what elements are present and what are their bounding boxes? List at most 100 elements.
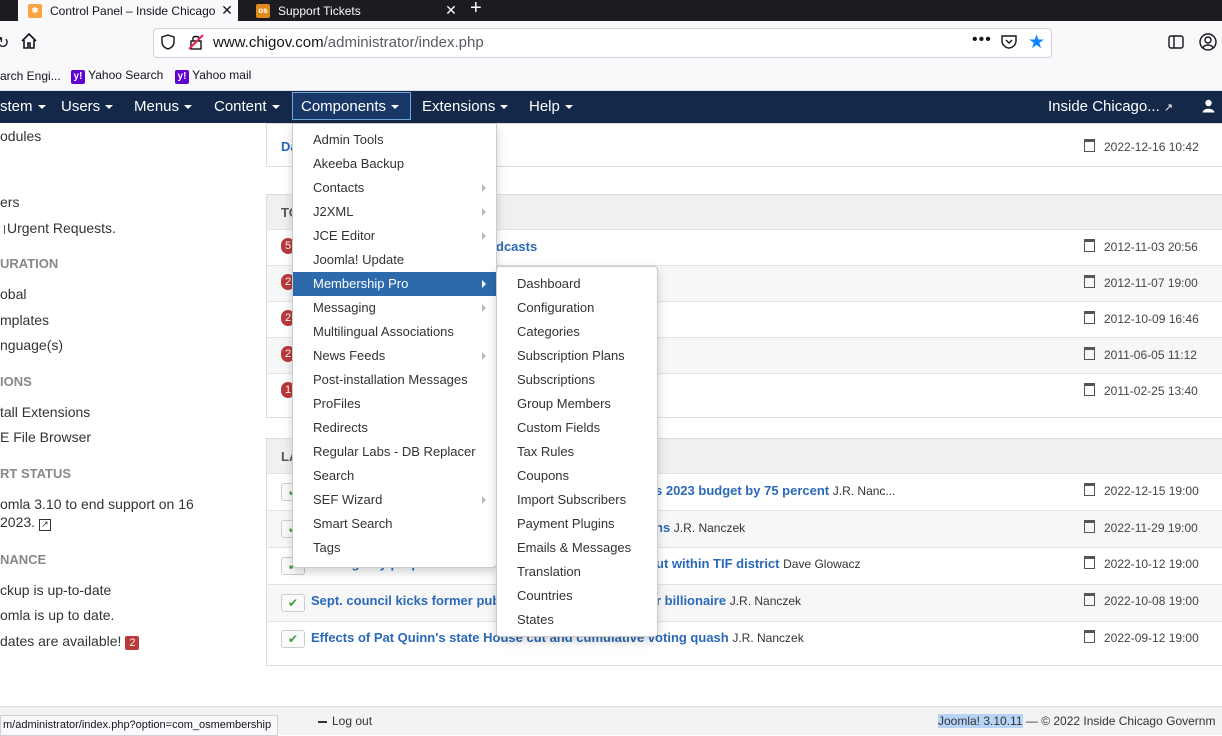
sidebar-modules[interactable]: odules <box>0 128 41 144</box>
menu-item-multilingual-associations[interactable]: Multilingual Associations <box>293 320 496 344</box>
menu-label: Membership Pro <box>313 276 409 291</box>
bookmark-label: Yahoo mail <box>192 68 252 82</box>
sidebar-backup-status[interactable]: ckup is up-to-date <box>0 582 111 598</box>
submenu-arrow-icon <box>482 352 486 360</box>
nav-label: Users <box>61 98 101 115</box>
close-tab-icon[interactable]: ✕ <box>440 2 462 19</box>
submenu-item-states[interactable]: States <box>497 608 657 632</box>
latest-link[interactable]: Sept. council kicks former pub <box>311 593 500 608</box>
sidebar-urgent-requests[interactable]: Urgent Requests. <box>0 220 116 236</box>
bookmark-star-icon[interactable]: ★ <box>1028 31 1045 54</box>
shield-icon[interactable] <box>161 34 175 53</box>
pocket-icon[interactable] <box>1001 34 1017 52</box>
date-text: 2022-12-16 10:42 <box>1104 140 1199 154</box>
menu-item-akeeba-backup[interactable]: Akeeba Backup <box>293 152 496 176</box>
nav-users[interactable]: Users <box>61 91 114 123</box>
bookmark-search-engine[interactable]: arch Engi... <box>0 69 61 83</box>
submenu-item-import-subscribers[interactable]: Import Subscribers <box>497 488 657 512</box>
menu-item-contacts[interactable]: Contacts <box>293 176 496 200</box>
menu-label: SEF Wizard <box>313 492 383 507</box>
sidebar-support-link[interactable]: 2023. ↗ <box>0 514 51 531</box>
home-icon[interactable] <box>20 32 38 53</box>
sidebar-languages[interactable]: nguage(s) <box>0 337 63 353</box>
nav-system[interactable]: stem <box>0 91 46 123</box>
bookmark-yahoo-search[interactable]: y! Yahoo Search <box>71 68 163 84</box>
site-name-link[interactable]: Inside Chicago... ↗ <box>1048 91 1173 123</box>
submenu-item-countries[interactable]: Countries <box>497 584 657 608</box>
menu-item-tags[interactable]: Tags <box>293 536 496 560</box>
sidebar-toggle-icon[interactable] <box>1168 35 1184 52</box>
nav-help[interactable]: Help <box>529 91 573 123</box>
nav-content[interactable]: Content <box>214 91 280 123</box>
submenu-item-subscriptions[interactable]: Subscriptions <box>497 368 657 392</box>
logout-link[interactable]: Log out <box>318 714 372 728</box>
popular-date: 2011-02-25 13:40 <box>1084 383 1198 398</box>
menu-item-j2xml[interactable]: J2XML <box>293 200 496 224</box>
nav-menus[interactable]: Menus <box>134 91 193 123</box>
submenu-item-categories[interactable]: Categories <box>497 320 657 344</box>
sidebar-updates-available[interactable]: dates are available! 2 <box>0 633 140 650</box>
submenu-item-tax-rules[interactable]: Tax Rules <box>497 440 657 464</box>
os-favicon-icon: os <box>256 3 270 18</box>
popular-link[interactable]: dcasts <box>496 239 537 254</box>
footer-dash: — <box>1025 714 1038 728</box>
menu-item-search[interactable]: Search <box>293 464 496 488</box>
menu-item-profiles[interactable]: ProFiles <box>293 392 496 416</box>
menu-item-post-installation-messages[interactable]: Post-installation Messages <box>293 368 496 392</box>
submenu-arrow-icon <box>482 496 486 504</box>
page-actions-icon[interactable]: ••• <box>972 31 992 49</box>
latest-link[interactable]: ns J.R. Nanczek <box>655 520 745 535</box>
nav-components[interactable]: Components <box>292 92 411 120</box>
nav-extensions[interactable]: Extensions <box>422 91 509 123</box>
submenu-item-group-members[interactable]: Group Members <box>497 392 657 416</box>
latest-link[interactable]: s 2023 budget by 75 percent J.R. Nanc... <box>655 483 895 498</box>
bookmark-label: Yahoo Search <box>88 68 164 82</box>
sidebar-templates[interactable]: mplates <box>0 312 49 328</box>
latest-link-tail[interactable]: ut within TIF district Dave Glowacz <box>656 556 861 571</box>
submenu-item-configuration[interactable]: Configuration <box>497 296 657 320</box>
calendar-icon <box>1084 139 1095 152</box>
close-tab-icon[interactable]: ✕ <box>216 2 238 19</box>
submenu-item-custom-fields[interactable]: Custom Fields <box>497 416 657 440</box>
footer-version: Joomla! 3.10.11 — © 2022 Inside Chicago … <box>938 714 1215 728</box>
sidebar-install-extensions[interactable]: tall Extensions <box>0 404 90 420</box>
submenu-item-subscription-plans[interactable]: Subscription Plans <box>497 344 657 368</box>
menu-item-admin-tools[interactable]: Admin Tools <box>293 128 496 152</box>
sidebar-jce-file-browser[interactable]: E File Browser <box>0 429 91 445</box>
menu-item-messaging[interactable]: Messaging <box>293 296 496 320</box>
menu-item-membership-pro[interactable]: Membership Pro <box>293 272 496 296</box>
menu-item-smart-search[interactable]: Smart Search <box>293 512 496 536</box>
sidebar-joomla-uptodate[interactable]: omla is up to date. <box>0 607 114 623</box>
latest-link-tail[interactable]: r billionaire J.R. Nanczek <box>656 593 801 608</box>
user-menu-icon[interactable] <box>1202 99 1215 116</box>
account-icon[interactable] <box>1199 33 1217 54</box>
reload-icon[interactable]: ↻ <box>0 33 9 53</box>
submenu-item-emails-messages[interactable]: Emails & Messages <box>497 536 657 560</box>
menu-item-joomla-update[interactable]: Joomla! Update <box>293 248 496 272</box>
calendar-icon <box>1084 593 1095 606</box>
tab-control-panel[interactable]: ✱ Control Panel – Inside Chicago ✕ <box>18 0 238 21</box>
url-text[interactable]: www.chigov.com/administrator/index.php <box>213 34 484 51</box>
yahoo-icon: y! <box>71 70 85 84</box>
insecure-lock-icon[interactable] <box>188 34 204 53</box>
submenu-item-dashboard[interactable]: Dashboard <box>497 272 657 296</box>
bookmark-yahoo-mail[interactable]: y! Yahoo mail <box>175 68 251 84</box>
submenu-item-payment-plugins[interactable]: Payment Plugins <box>497 512 657 536</box>
published-check-icon[interactable]: ✔ <box>281 630 305 648</box>
date-text: 2022-11-29 19:00 <box>1104 521 1198 535</box>
submenu-item-translation[interactable]: Translation <box>497 560 657 584</box>
menu-item-redirects[interactable]: Redirects <box>293 416 496 440</box>
published-check-icon[interactable]: ✔ <box>281 594 305 612</box>
menu-item-jce-editor[interactable]: JCE Editor <box>293 224 496 248</box>
menu-item-sef-wizard[interactable]: SEF Wizard <box>293 488 496 512</box>
sidebar-global[interactable]: obal <box>0 286 26 302</box>
submenu-item-coupons[interactable]: Coupons <box>497 464 657 488</box>
sidebar-users[interactable]: ers <box>0 194 19 210</box>
tab-support-tickets[interactable]: os Support Tickets ✕ <box>246 0 462 21</box>
menu-item-db-replacer[interactable]: Regular Labs - DB Replacer <box>293 440 496 464</box>
new-tab-icon[interactable]: + <box>470 0 482 20</box>
menu-item-news-feeds[interactable]: News Feeds <box>293 344 496 368</box>
sidebar-support-text: omla 3.10 to end support on 16 <box>0 496 194 512</box>
date-text: 2012-11-07 19:00 <box>1104 276 1198 290</box>
logout-icon <box>318 720 327 723</box>
